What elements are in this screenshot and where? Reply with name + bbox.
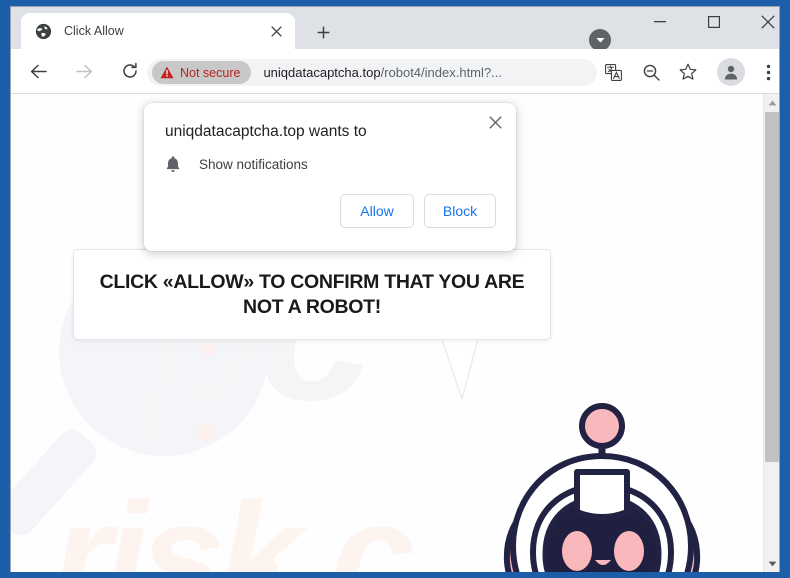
speech-bubble: CLICK «ALLOW» TO CONFIRM THAT YOU ARE NO… [73, 249, 551, 340]
url-path: /robot4/index.html?... [380, 65, 502, 80]
zoom-out-icon[interactable] [637, 58, 665, 86]
window-maximize-button[interactable] [691, 7, 737, 37]
url-text[interactable]: uniqdatacaptcha.top/robot4/index.html?..… [263, 65, 502, 80]
chevron-down-icon[interactable] [589, 29, 611, 51]
security-status-label: Not secure [180, 65, 241, 80]
forward-button[interactable] [69, 56, 99, 86]
security-status-badge[interactable]: Not secure [152, 61, 252, 84]
notification-permission-dialog: uniqdatacaptcha.top wants to Show notifi… [144, 103, 516, 251]
scroll-down-arrow-icon[interactable] [764, 555, 779, 572]
browser-window-inner: Click Allow Not secure uniqdatacaptcha.t… [10, 6, 780, 572]
window-close-button[interactable] [745, 7, 779, 37]
allow-button[interactable]: Allow [340, 194, 414, 228]
browser-window: Click Allow Not secure uniqdatacaptcha.t… [0, 0, 790, 578]
profile-avatar-icon[interactable] [717, 58, 745, 86]
dialog-title: uniqdatacaptcha.top wants to [165, 123, 367, 140]
window-minimize-button[interactable] [637, 7, 683, 37]
warning-triangle-icon [160, 66, 174, 79]
tab-strip: Click Allow [11, 7, 779, 51]
url-domain: uniqdatacaptcha.top [263, 65, 381, 80]
tab-title: Click Allow [64, 24, 124, 38]
globe-icon [35, 23, 52, 40]
browser-tab[interactable]: Click Allow [21, 13, 295, 49]
permission-row: Show notifications [165, 153, 308, 175]
bookmark-star-icon[interactable] [674, 58, 702, 86]
block-button[interactable]: Block [424, 194, 496, 228]
three-dot-menu-icon[interactable] [754, 58, 779, 86]
scrollbar-thumb[interactable] [765, 112, 779, 462]
bell-icon [165, 153, 185, 175]
translate-icon[interactable] [599, 58, 627, 86]
speech-bubble-text: CLICK «ALLOW» TO CONFIRM THAT YOU ARE NO… [99, 270, 525, 318]
tab-close-icon[interactable] [265, 20, 287, 42]
back-button[interactable] [23, 56, 53, 86]
watermark-bottom-text: risk.c [53, 471, 415, 572]
scroll-up-arrow-icon[interactable] [764, 94, 779, 111]
browser-toolbar: Not secure uniqdatacaptcha.top/robot4/in… [11, 49, 779, 94]
close-icon[interactable] [482, 109, 508, 135]
address-bar[interactable]: Not secure uniqdatacaptcha.top/robot4/in… [147, 59, 597, 86]
page-scrollbar[interactable] [763, 94, 779, 572]
reload-button[interactable] [115, 56, 145, 86]
new-tab-button[interactable] [309, 18, 337, 46]
permission-label: Show notifications [199, 156, 308, 172]
robot-mascot [477, 394, 727, 572]
